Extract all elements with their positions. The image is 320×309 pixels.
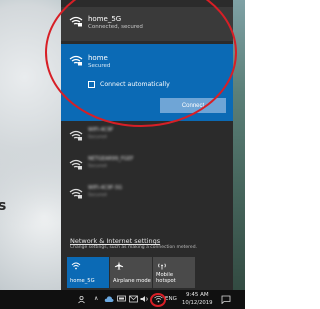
network-status: Secured xyxy=(88,135,107,140)
input-language[interactable]: ENG xyxy=(165,296,177,302)
wifi-secured-icon xyxy=(69,159,83,170)
hotspot-icon xyxy=(158,263,166,270)
network-name: WIFI-4C9F-5G xyxy=(88,185,123,191)
wifi-quick-action-tile[interactable]: home_5G xyxy=(67,257,109,288)
clock-date[interactable]: 10/12/2019 xyxy=(182,300,213,306)
airplane-mode-tile[interactable]: Airplane mode xyxy=(110,257,152,288)
network-item[interactable]: NETGEAR99_FGEF Secured xyxy=(61,151,233,178)
cloud-icon[interactable] xyxy=(104,295,114,305)
wifi-secured-icon xyxy=(69,188,83,199)
clock-time[interactable]: 9:45 AM xyxy=(186,292,209,298)
volume-icon[interactable] xyxy=(140,295,149,305)
network-status: Secured xyxy=(88,164,107,169)
network-item[interactable]: WIFI-4C9F-5G Secured xyxy=(61,180,233,207)
taskbar: ∧ ENG 9:45 AM 10/12/2019 xyxy=(0,290,245,309)
tile-label: home_5G xyxy=(70,278,95,285)
chevron-up-icon[interactable]: ∧ xyxy=(94,295,98,303)
network-settings-description: Change settings, such as making a connec… xyxy=(70,245,197,250)
tile-label: Airplane mode xyxy=(113,278,151,285)
people-icon[interactable] xyxy=(78,295,87,306)
mail-icon[interactable] xyxy=(129,295,138,305)
network-status: Secured xyxy=(88,193,107,198)
annotation-circle-tray xyxy=(150,293,166,307)
network-name: NETGEAR99_FGEF xyxy=(88,156,134,162)
tile-label: Mobile hotspot xyxy=(156,272,176,285)
wifi-secured-icon xyxy=(69,130,83,141)
mobile-hotspot-tile[interactable]: Mobile hotspot xyxy=(153,257,195,288)
notifications-icon[interactable] xyxy=(221,295,231,306)
network-name: WIFI-4C9F xyxy=(88,127,114,133)
wifi-icon xyxy=(71,262,81,270)
desktop-text-fragment: s xyxy=(0,198,7,214)
network-activity-icon[interactable] xyxy=(117,295,126,305)
network-settings-link[interactable]: Network & Internet settings xyxy=(70,237,160,245)
airplane-icon xyxy=(114,261,124,270)
